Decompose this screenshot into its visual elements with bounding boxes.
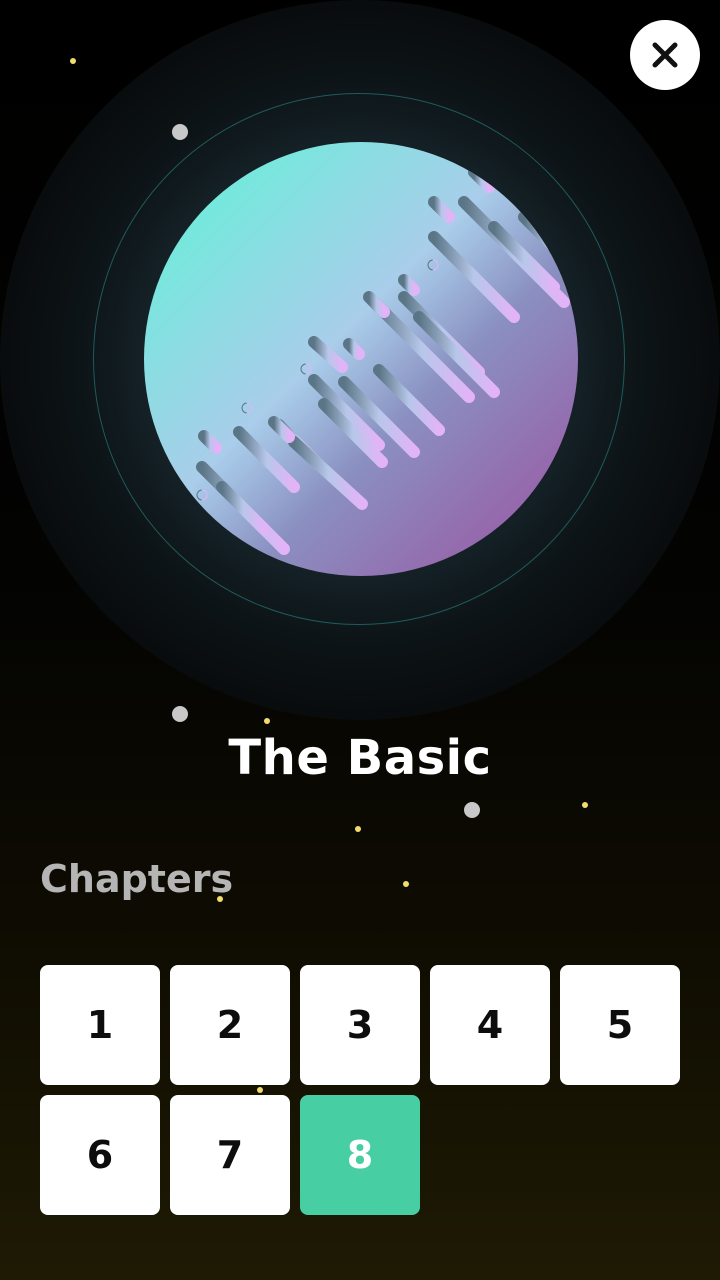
chapter-button-4[interactable]: 4: [430, 965, 550, 1085]
chapter-button-6[interactable]: 6: [40, 1095, 160, 1215]
chapter-button-3[interactable]: 3: [300, 965, 420, 1085]
close-button[interactable]: [630, 20, 700, 90]
chapter-button-5[interactable]: 5: [560, 965, 680, 1085]
chapters-heading: Chapters: [40, 857, 234, 901]
chapter-button-7[interactable]: 7: [170, 1095, 290, 1215]
chapter-button-1[interactable]: 1: [40, 965, 160, 1085]
level-title: The Basic: [228, 730, 492, 786]
chapter-grid: 1 2 3 4 5 6 7 8: [40, 965, 680, 1215]
planet-illustration: [144, 142, 578, 576]
chapter-button-8[interactable]: 8: [300, 1095, 420, 1215]
close-icon: [652, 42, 678, 68]
chapter-button-2[interactable]: 2: [170, 965, 290, 1085]
